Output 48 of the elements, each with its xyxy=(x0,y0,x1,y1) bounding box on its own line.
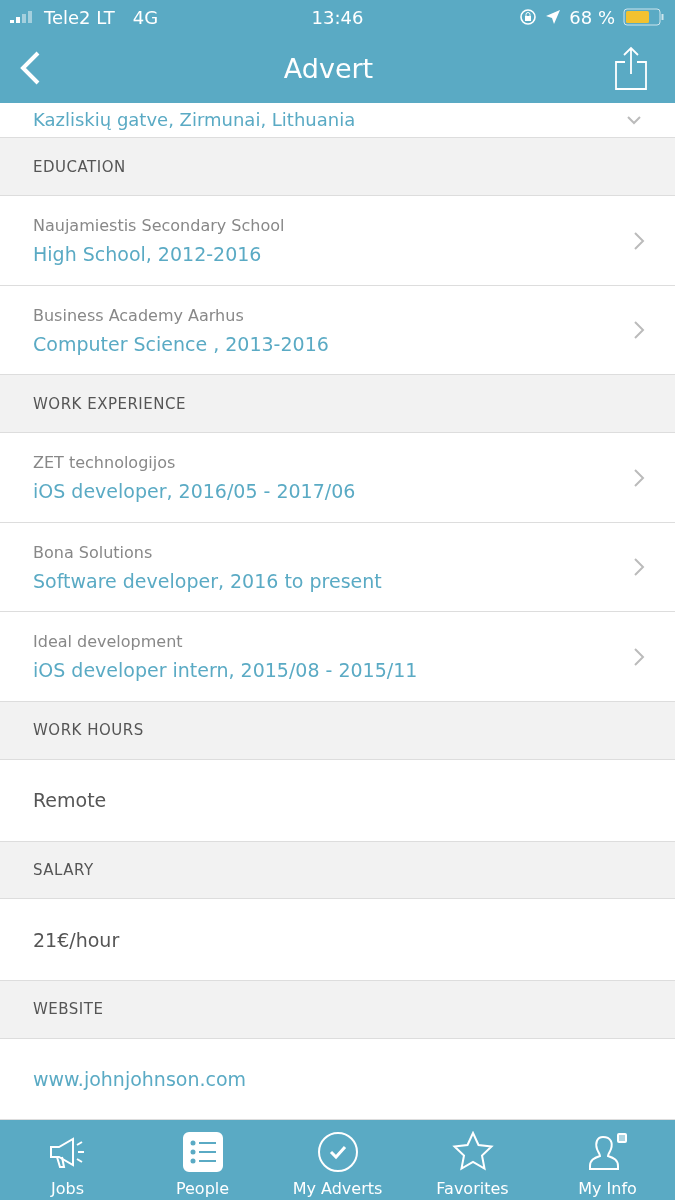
chevron-right-icon xyxy=(633,557,645,578)
carrier-name: Tele2 LT xyxy=(44,6,115,28)
tab-label: Favorites xyxy=(436,1179,509,1198)
share-icon[interactable] xyxy=(615,46,647,91)
website-link[interactable]: www.johnjohnson.com xyxy=(33,1068,247,1090)
section-title: WEBSITE xyxy=(33,1000,104,1019)
clock-time: 13:46 xyxy=(311,6,364,28)
detail-row[interactable]: Naujamiestis Secondary School High School, 2012-2016 xyxy=(0,196,675,286)
chevron-down-icon[interactable] xyxy=(626,115,642,125)
battery-percent: 68 % xyxy=(569,6,615,28)
detail-row[interactable]: ZET technologijos iOS developer, 2016/05 - 2017/06 xyxy=(0,433,675,523)
chevron-right-icon xyxy=(633,230,645,251)
tab-bar-item[interactable]: Favorites xyxy=(405,1120,540,1200)
chevron-right-icon xyxy=(633,320,645,341)
row-subtitle: Business Academy Aarhus xyxy=(33,305,245,325)
tab-bar-item[interactable]: Jobs xyxy=(0,1120,135,1200)
chevron-right-icon xyxy=(633,646,645,667)
location-arrow-icon xyxy=(545,9,562,25)
network-type: 4G xyxy=(132,6,159,28)
rotation-lock-icon xyxy=(519,8,538,26)
row-subtitle: Bona Solutions xyxy=(33,542,154,562)
row-subtitle: ZET technologijos xyxy=(33,453,177,472)
section-title: SALARY xyxy=(33,860,94,879)
row-subtitle: Naujamiestis Secondary School xyxy=(33,216,285,235)
detail-row[interactable]: Bona Solutions Software developer, 2016 to present xyxy=(0,522,675,613)
row-title: Computer Science , 2013-2016 xyxy=(33,332,329,355)
address-text: Kazliskių gatve, Zirmunai, Lithuania xyxy=(33,109,356,131)
row-value: Remote xyxy=(33,789,107,812)
tab-label: People xyxy=(175,1179,230,1198)
chevron-right-icon xyxy=(633,467,645,488)
tab-bar-item[interactable]: People xyxy=(135,1120,270,1200)
section-title: WORK EXPERIENCE xyxy=(33,394,186,413)
tab-label: My Adverts xyxy=(292,1179,383,1198)
row-subtitle: Ideal development xyxy=(33,632,184,652)
battery-icon xyxy=(623,8,665,26)
tab-label: My Info xyxy=(578,1179,637,1198)
row-title: iOS developer intern, 2015/08 - 2015/11 xyxy=(33,659,418,682)
row-value: 21€/hour xyxy=(33,928,120,951)
row-title: High School, 2012-2016 xyxy=(33,243,263,265)
tab-label: Jobs xyxy=(51,1179,84,1198)
tab-bar-item[interactable]: My Info xyxy=(540,1120,675,1200)
section-title: EDUCATION xyxy=(33,157,126,176)
nav-title: Advert xyxy=(283,52,374,84)
row-title: Software developer, 2016 to present xyxy=(33,569,382,592)
back-icon[interactable] xyxy=(18,50,42,87)
tab-bar-item[interactable]: My Adverts xyxy=(270,1120,405,1200)
section-title: WORK HOURS xyxy=(33,721,144,740)
row-title: iOS developer, 2016/05 - 2017/06 xyxy=(33,480,356,502)
